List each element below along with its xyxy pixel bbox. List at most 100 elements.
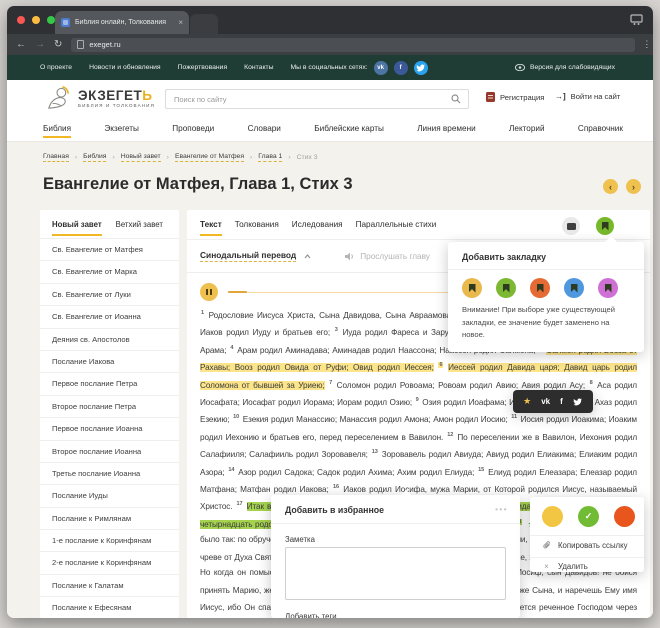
content-tab-3[interactable]: Параллельные стихи [356, 220, 437, 236]
breadcrumb-link-3[interactable]: Евангелие от Матфея [175, 153, 244, 162]
favorite-color-2[interactable] [614, 506, 635, 527]
reload-icon[interactable]: ↻ [54, 39, 62, 50]
next-verse-button[interactable]: › [626, 179, 641, 194]
translation-select[interactable]: Синодальный перевод [200, 250, 296, 262]
nav-item-2[interactable]: Проповеди [172, 124, 214, 136]
window-controls[interactable] [17, 16, 55, 24]
breadcrumb-link-2[interactable]: Новый завет [121, 153, 161, 162]
content-tab-2[interactable]: Иследования [292, 220, 343, 236]
zoom-window-button[interactable] [47, 16, 55, 24]
search-icon[interactable] [451, 94, 461, 104]
share-twitter-button[interactable] [573, 398, 583, 406]
pause-button[interactable] [200, 283, 218, 301]
sidebar-book-item[interactable]: Св. Евангелие от Иоанна [40, 305, 179, 327]
minimize-window-button[interactable] [32, 16, 40, 24]
sidebar-book-item[interactable]: Второе послание Петра [40, 395, 179, 417]
nav-item-4[interactable]: Библейские карты [314, 124, 384, 136]
bookmark-color-2[interactable] [530, 278, 550, 298]
sidebar-book-item[interactable]: 1-е послание к Коринфянам [40, 529, 179, 551]
search-input[interactable] [174, 90, 444, 108]
verse-text[interactable]: Езекия родил Манассию; Манассия родил Ам… [243, 415, 508, 424]
topbar-link-0[interactable]: О проекте [40, 64, 72, 71]
new-tab-button[interactable] [190, 14, 218, 34]
forward-icon[interactable]: → [35, 39, 45, 50]
sidebar-book-item[interactable]: Послание к Галатам [40, 574, 179, 596]
share-facebook-button[interactable]: f [560, 397, 563, 406]
back-icon[interactable]: ← [16, 39, 26, 50]
copy-link-item[interactable]: Копировать ссылку [542, 541, 628, 550]
sidebar-book-item[interactable]: Св. Евангелие от Матфея [40, 238, 179, 260]
verse-number: 11 [510, 414, 518, 420]
verse-text[interactable]: Азор родил Садока; Садок родил Ахима; Ах… [238, 468, 474, 477]
register-button[interactable]: Регистрация [486, 92, 544, 102]
sidebar-book-item[interactable]: Третье послание Иоанна [40, 462, 179, 484]
browser-tab[interactable]: Библия онлайн, Толкования × [55, 11, 189, 34]
browser-cast-icon[interactable] [630, 13, 643, 26]
add-tags-link[interactable]: Добавить теги [285, 612, 337, 618]
nav-item-3[interactable]: Словари [248, 124, 281, 136]
bookmark-color-0[interactable] [462, 278, 482, 298]
accessibility-link[interactable]: Версия для слабовидящих [515, 55, 615, 80]
favorite-color-1[interactable]: ✓ [578, 506, 599, 527]
topbar-link-3[interactable]: Контакты [244, 64, 273, 71]
facebook-icon[interactable]: f [394, 61, 408, 75]
twitter-icon[interactable] [414, 61, 428, 75]
verse-text[interactable]: Соломон родил Ровоама; Ровоам родил Авию… [337, 381, 585, 390]
sidebar-book-item[interactable]: Св. Евангелие от Марка [40, 260, 179, 282]
sidebar-book-item[interactable]: Послание к Римлянам [40, 507, 179, 529]
favorite-color-0[interactable] [542, 506, 563, 527]
note-textarea[interactable] [285, 547, 506, 600]
bookmark-color-1[interactable] [496, 278, 516, 298]
delete-item[interactable]: × Удалить [542, 562, 588, 571]
sidebar-book-item[interactable]: Св. Евангелие от Луки [40, 283, 179, 305]
site-topbar: О проекте Новости и обновления Пожертвован… [7, 55, 653, 80]
sidebar-book-item[interactable]: 2-е послание к Коринфянам [40, 551, 179, 573]
nav-item-0[interactable]: Библия [43, 124, 71, 136]
login-button[interactable]: →] Войти на сайт [555, 92, 620, 101]
login-label: Войти на сайт [571, 92, 621, 101]
listen-chapter-button[interactable]: Прослушать главу [345, 252, 430, 261]
browser-menu-icon[interactable]: ⋮ [642, 39, 651, 50]
bookmark-color-4[interactable] [598, 278, 618, 298]
tab-close-icon[interactable]: × [178, 18, 183, 27]
verse-text[interactable]: Родословие Иисуса Христа, Сына Давидова,… [209, 311, 454, 320]
tab-title: Библия онлайн, Толкования [75, 19, 173, 26]
topbar-link-2[interactable]: Пожертвования [178, 64, 228, 71]
nav-item-1[interactable]: Экзегеты [104, 124, 139, 136]
favorite-star-button[interactable]: ★ [523, 396, 531, 407]
tab-old-testament[interactable]: Ветхий завет [116, 220, 163, 236]
content-tab-1[interactable]: Толкования [235, 220, 279, 236]
sidebar-book-item[interactable]: Первое послание Иоанна [40, 417, 179, 439]
breadcrumb-link-1[interactable]: Библия [83, 153, 106, 162]
url-field[interactable]: exeget.ru [71, 38, 635, 52]
close-window-button[interactable] [17, 16, 25, 24]
share-vk-button[interactable]: vk [541, 397, 550, 406]
note-label: Заметка [285, 535, 315, 544]
comments-button[interactable] [562, 217, 580, 235]
tab-new-testament[interactable]: Новый завет [52, 220, 102, 236]
nav-item-5[interactable]: Линия времени [417, 124, 475, 136]
vk-icon[interactable]: vk [374, 61, 388, 75]
breadcrumb-link-0[interactable]: Главная [43, 153, 69, 162]
bookmark-color-3[interactable] [564, 278, 584, 298]
breadcrumb-separator: › [75, 154, 77, 161]
screenshot: Библия онлайн, Толкования × ← → ↻ exeget… [0, 0, 660, 628]
topbar-link-1[interactable]: Новости и обновления [89, 64, 161, 71]
modal-menu-icon[interactable]: ••• [495, 505, 508, 514]
sidebar-book-item[interactable]: Послание Иуды [40, 484, 179, 506]
sidebar-book-item[interactable]: Первое послание Петра [40, 372, 179, 394]
prev-verse-button[interactable]: ‹ [603, 179, 618, 194]
bookmark-button[interactable] [596, 217, 614, 235]
sidebar-book-item[interactable]: Второе послание Иоанна [40, 440, 179, 462]
sidebar-book-item[interactable]: Послание Иакова [40, 350, 179, 372]
nav-item-6[interactable]: Лекторий [509, 124, 545, 136]
site-favicon [61, 18, 70, 27]
breadcrumb-link-4[interactable]: Глава 1 [258, 153, 282, 162]
chevron-up-icon[interactable] [304, 254, 311, 259]
nav-item-7[interactable]: Справочник [578, 124, 623, 136]
sidebar-book-item[interactable]: Послание к Ефесянам [40, 596, 179, 618]
register-icon [486, 92, 495, 102]
sidebar-book-item[interactable]: Деяния св. Апостолов [40, 328, 179, 350]
content-tab-0[interactable]: Текст [200, 220, 222, 236]
site-logo[interactable]: ЭКЗЕГЕТЬ БИБЛИЯ И ТОЛКОВАНИЯ [43, 84, 155, 113]
